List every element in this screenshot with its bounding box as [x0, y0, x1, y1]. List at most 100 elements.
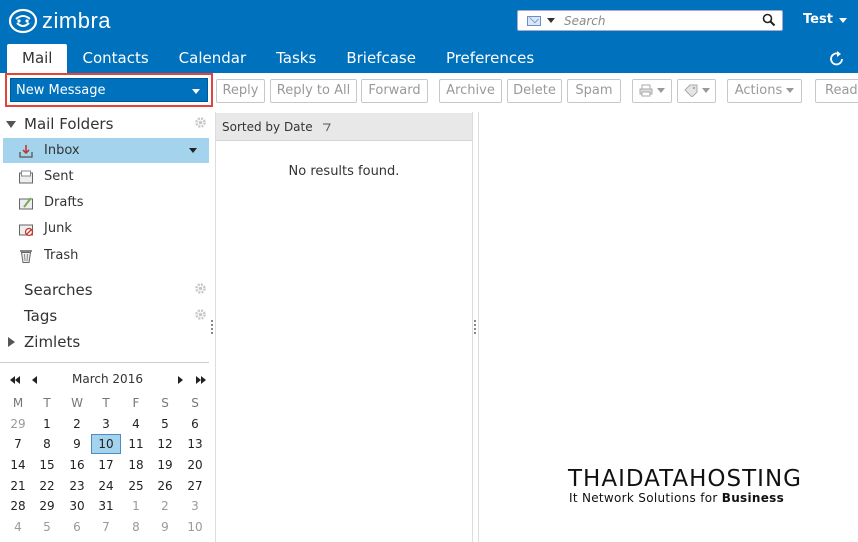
calendar-day[interactable]: 25	[121, 476, 151, 496]
next-month-icon[interactable]	[176, 373, 184, 387]
tab-briefcase[interactable]: Briefcase	[331, 44, 431, 73]
pane-resize-handle[interactable]	[474, 320, 477, 334]
calendar-day[interactable]: 23	[62, 476, 92, 496]
folder-drafts[interactable]: Drafts	[3, 190, 209, 215]
folder-inbox[interactable]: Inbox	[3, 138, 209, 163]
calendar-weekday: T	[43, 396, 51, 410]
pane-resize-handle[interactable]	[211, 320, 214, 334]
tab-preferences[interactable]: Preferences	[431, 44, 549, 73]
calendar-month-label[interactable]: March 2016	[60, 372, 155, 386]
tab-tasks[interactable]: Tasks	[261, 44, 331, 73]
calendar-day[interactable]: 14	[3, 455, 33, 475]
tab-calendar[interactable]: Calendar	[164, 44, 261, 73]
calendar-day[interactable]: 30	[62, 496, 92, 516]
calendar-day[interactable]: 7	[91, 517, 121, 537]
calendar-day[interactable]: 8	[32, 434, 62, 454]
next-year-icon[interactable]	[195, 373, 207, 387]
mail-folders-header[interactable]: Mail Folders	[0, 113, 113, 135]
calendar-day[interactable]: 6	[180, 414, 210, 434]
calendar-day[interactable]: 6	[62, 517, 92, 537]
chevron-down-icon[interactable]	[839, 18, 847, 23]
tags-header[interactable]: Tags	[24, 305, 57, 327]
calendar-day[interactable]: 28	[3, 496, 33, 516]
actions-button[interactable]: Actions	[727, 79, 802, 103]
forward-button[interactable]: Forward	[361, 79, 428, 103]
calendar-weekday: T	[102, 396, 110, 410]
chevron-down-icon	[657, 88, 665, 93]
calendar-day[interactable]: 3	[91, 414, 121, 434]
reply-all-button[interactable]: Reply to All	[270, 79, 357, 103]
calendar-day[interactable]: 15	[32, 455, 62, 475]
calendar-day[interactable]: 9	[62, 434, 92, 454]
calendar-day[interactable]: 5	[32, 517, 62, 537]
search-input[interactable]	[564, 13, 754, 28]
folder-label: Inbox	[44, 143, 80, 158]
searches-header[interactable]: Searches	[24, 279, 93, 301]
junk-icon	[19, 224, 34, 236]
search-icon[interactable]	[762, 13, 776, 27]
tab-mail[interactable]: Mail	[7, 44, 68, 73]
calendar-day[interactable]: 8	[121, 517, 151, 537]
calendar-day[interactable]: 9	[150, 517, 180, 537]
calendar-day[interactable]: 2	[150, 496, 180, 516]
calendar-day[interactable]: 29	[32, 496, 62, 516]
calendar-day[interactable]: 22	[32, 476, 62, 496]
gear-icon[interactable]	[194, 116, 207, 129]
calendar-day[interactable]: 18	[121, 455, 151, 475]
calendar-day[interactable]: 29	[3, 414, 33, 434]
sort-header[interactable]: Sorted by Date	[216, 113, 472, 141]
spam-button[interactable]: Spam	[567, 79, 621, 103]
refresh-icon[interactable]	[828, 50, 846, 68]
calendar-day[interactable]: 26	[150, 476, 180, 496]
calendar-day[interactable]: 24	[91, 476, 121, 496]
reply-button[interactable]: Reply	[216, 79, 265, 103]
calendar-day[interactable]: 1	[121, 496, 151, 516]
expand-icon[interactable]	[8, 337, 15, 347]
brand-name: zimbra	[42, 8, 112, 33]
chevron-down-icon[interactable]	[192, 89, 200, 94]
calendar-day[interactable]: 21	[3, 476, 33, 496]
calendar-day[interactable]: 16	[62, 455, 92, 475]
folder-junk[interactable]: Junk	[3, 216, 209, 241]
calendar-day[interactable]: 27	[180, 476, 210, 496]
delete-button[interactable]: Delete	[507, 79, 562, 103]
gear-icon[interactable]	[194, 282, 207, 295]
zimlets-header[interactable]: Zimlets	[0, 331, 80, 353]
calendar-day[interactable]: 3	[180, 496, 210, 516]
calendar-day[interactable]: 20	[180, 455, 210, 475]
calendar-day[interactable]: 7	[3, 434, 33, 454]
new-message-button[interactable]: New Message	[10, 78, 208, 102]
calendar-day[interactable]: 4	[121, 414, 151, 434]
calendar-day-today[interactable]: 10	[91, 434, 121, 454]
calendar-day[interactable]: 4	[3, 517, 33, 537]
prev-month-icon[interactable]	[31, 373, 39, 387]
folder-sent[interactable]: Sent	[3, 164, 209, 189]
chevron-down-icon[interactable]	[189, 148, 197, 153]
prev-year-icon[interactable]	[9, 373, 21, 387]
zimbra-logo[interactable]: zimbra	[8, 7, 111, 35]
folder-trash[interactable]: Trash	[3, 243, 209, 268]
print-button[interactable]	[632, 79, 672, 103]
gear-icon[interactable]	[194, 308, 207, 321]
collapse-icon[interactable]	[6, 120, 16, 128]
calendar-day[interactable]: 1	[32, 414, 62, 434]
zimlets-label: Zimlets	[24, 333, 81, 351]
calendar-day[interactable]: 31	[91, 496, 121, 516]
calendar-day[interactable]: 13	[180, 434, 210, 454]
user-menu[interactable]: Test	[803, 12, 833, 27]
calendar-day[interactable]: 5	[150, 414, 180, 434]
calendar-day[interactable]: 2	[62, 414, 92, 434]
calendar-day[interactable]: 10	[180, 517, 210, 537]
search-type-dropdown[interactable]	[518, 15, 564, 26]
tab-contacts[interactable]: Contacts	[67, 44, 163, 73]
zimbra-logo-icon	[8, 8, 38, 34]
tag-button[interactable]	[677, 79, 716, 103]
folder-label: Drafts	[44, 195, 84, 210]
archive-button[interactable]: Archive	[439, 79, 502, 103]
message-list: Sorted by Date No results found.	[215, 112, 473, 542]
read-button[interactable]: Read	[815, 79, 858, 103]
calendar-day[interactable]: 17	[91, 455, 121, 475]
calendar-day[interactable]: 19	[150, 455, 180, 475]
calendar-day[interactable]: 12	[150, 434, 180, 454]
calendar-day[interactable]: 11	[121, 434, 151, 454]
